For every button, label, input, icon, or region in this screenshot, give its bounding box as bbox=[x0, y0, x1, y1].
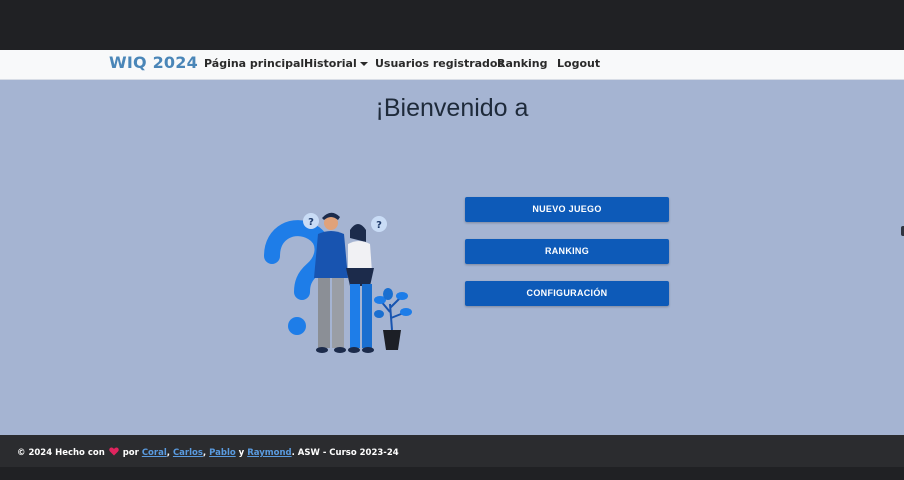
new-game-button[interactable]: NUEVO JUEGO bbox=[465, 197, 669, 222]
ranking-button[interactable]: RANKING bbox=[465, 239, 669, 264]
footer: © 2024 Hecho con por Coral, Carlos, Pabl… bbox=[0, 435, 904, 467]
footer-prefix: © 2024 Hecho con bbox=[17, 448, 105, 458]
svg-text:?: ? bbox=[308, 217, 314, 228]
nav-link-ranking[interactable]: Ranking bbox=[497, 57, 548, 70]
footer-and: y bbox=[238, 448, 245, 458]
window-bottom-strip bbox=[0, 467, 904, 480]
svg-text:?: ? bbox=[376, 220, 382, 231]
settings-button[interactable]: CONFIGURACIÓN bbox=[465, 281, 669, 306]
nav-link-registered-users[interactable]: Usuarios registrados bbox=[375, 57, 504, 70]
footer-by: por bbox=[122, 448, 139, 458]
brand-logo[interactable]: WIQ 2024 bbox=[109, 53, 198, 72]
author-link-carlos[interactable]: Carlos bbox=[173, 448, 203, 458]
heart-icon bbox=[109, 447, 119, 456]
nav-dropdown-label: Historial bbox=[304, 57, 357, 70]
page-title: ¡Bienvenido a bbox=[375, 94, 529, 122]
chevron-down-icon bbox=[359, 62, 368, 66]
footer-comma: , bbox=[166, 448, 170, 458]
main-content: ¡Bienvenido a ? ? NUEVO JUEGO RANKING CO… bbox=[0, 80, 904, 435]
nav-link-logout[interactable]: Logout bbox=[557, 57, 600, 70]
question-marks-people-illustration: ? ? bbox=[264, 212, 412, 353]
author-link-raymond[interactable]: Raymond bbox=[247, 448, 291, 458]
nav-dropdown-historial[interactable]: Historial bbox=[304, 57, 368, 70]
footer-comma: , bbox=[202, 448, 207, 458]
author-link-coral[interactable]: Coral bbox=[142, 448, 167, 458]
browser-top-bar bbox=[0, 0, 904, 50]
footer-credits: © 2024 Hecho con por Coral, Carlos, Pabl… bbox=[17, 447, 399, 458]
app-window: WIQ 2024 Página principal Historial Usua… bbox=[0, 0, 904, 480]
footer-suffix: . ASW - Curso 2023-24 bbox=[291, 448, 399, 458]
navbar: WIQ 2024 Página principal Historial Usua… bbox=[0, 50, 904, 80]
author-link-pablo[interactable]: Pablo bbox=[209, 448, 236, 458]
nav-link-home[interactable]: Página principal bbox=[204, 57, 304, 70]
